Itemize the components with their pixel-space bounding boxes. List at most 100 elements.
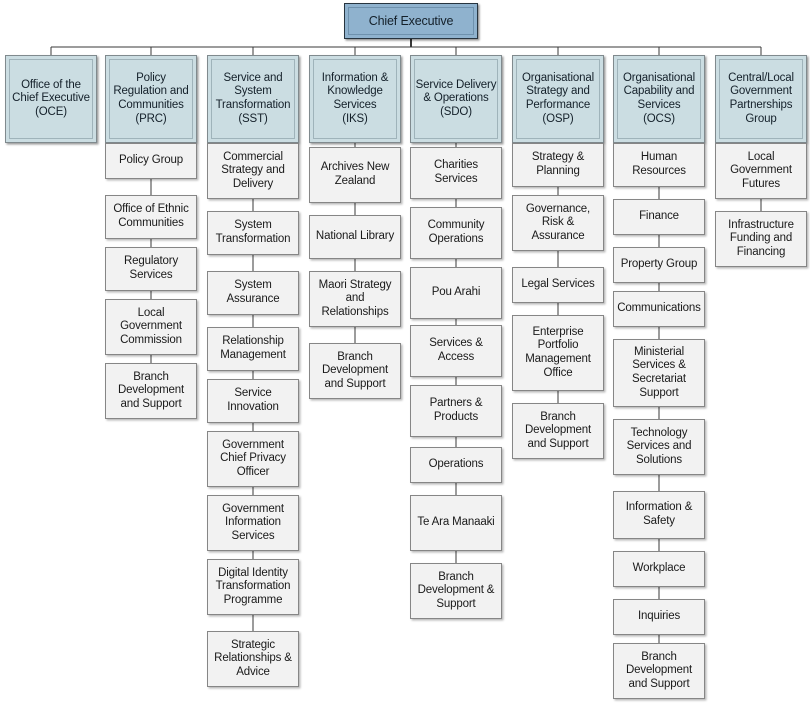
- node-unit[interactable]: Pou Arahi: [410, 267, 502, 319]
- node-unit-label: Te Ara Manaaki: [417, 516, 495, 529]
- node-department-prc[interactable]: Policy Regulation and Communities (PRC): [105, 55, 197, 143]
- node-unit-label: Policy Group: [118, 154, 184, 167]
- node-unit[interactable]: Government Information Services: [207, 495, 299, 551]
- node-unit-label: Local Government Futures: [730, 150, 792, 190]
- node-department-oce-label: Office of the Chief Executive (OCE): [12, 78, 90, 118]
- node-department-sst[interactable]: Service and System Transformation (SST): [207, 55, 299, 143]
- node-unit-label: Branch Development and Support: [321, 350, 389, 390]
- node-unit[interactable]: Te Ara Manaaki: [410, 495, 502, 551]
- node-department-prc-label: Policy Regulation and Communities (PRC): [113, 71, 189, 125]
- node-department-oce[interactable]: Office of the Chief Executive (OCE): [5, 55, 97, 143]
- node-unit-label: Strategic Relationships & Advice: [214, 638, 292, 678]
- node-unit-label: System Assurance: [226, 279, 280, 305]
- node-unit[interactable]: Governance, Risk & Assurance: [512, 195, 604, 251]
- node-unit-label: Infrastructure Funding and Financing: [728, 218, 794, 258]
- node-unit-label: Information & Safety: [625, 501, 693, 527]
- node-unit-label: Ministerial Services & Secretariat Suppo…: [632, 345, 686, 399]
- node-unit-label: Pou Arahi: [431, 286, 481, 299]
- node-unit[interactable]: Infrastructure Funding and Financing: [715, 211, 807, 267]
- node-unit[interactable]: Strategy & Planning: [512, 143, 604, 187]
- node-unit-label: Branch Development and Support: [625, 650, 693, 690]
- node-unit-label: Commercial Strategy and Delivery: [221, 150, 285, 190]
- node-unit-label: Archives New Zealand: [320, 161, 390, 187]
- node-unit-label: Government Chief Privacy Officer: [220, 438, 286, 478]
- node-chief-executive[interactable]: Chief Executive: [344, 3, 478, 39]
- node-unit-label: Charities Services: [433, 159, 479, 185]
- node-unit[interactable]: Commercial Strategy and Delivery: [207, 143, 299, 199]
- node-unit[interactable]: Local Government Futures: [715, 143, 807, 199]
- node-unit[interactable]: Finance: [613, 199, 705, 235]
- node-unit[interactable]: Office of Ethnic Communities: [105, 195, 197, 239]
- node-unit[interactable]: Services & Access: [410, 325, 502, 377]
- node-department-sdo[interactable]: Service Delivery & Operations (SDO): [410, 55, 502, 143]
- node-unit[interactable]: Operations: [410, 447, 502, 483]
- node-department-iks[interactable]: Information & Knowledge Services (IKS): [309, 55, 401, 143]
- node-unit[interactable]: Legal Services: [512, 267, 604, 303]
- node-unit-label: Partners & Products: [429, 397, 483, 423]
- node-unit-label: Property Group: [620, 258, 698, 271]
- node-unit[interactable]: Relationship Management: [207, 327, 299, 371]
- node-unit-label: Branch Development and Support: [524, 410, 592, 450]
- node-unit[interactable]: Branch Development and Support: [309, 343, 401, 399]
- node-unit[interactable]: Branch Development & Support: [410, 563, 502, 619]
- node-unit-label: Communications: [617, 302, 701, 315]
- node-unit-label: Branch Development and Support: [117, 370, 185, 410]
- node-unit[interactable]: Community Operations: [410, 207, 502, 259]
- node-unit-label: Digital Identity Transformation Programm…: [215, 566, 291, 606]
- node-unit-label: Relationship Management: [220, 335, 286, 361]
- node-unit[interactable]: Inquiries: [613, 599, 705, 635]
- node-unit-label: Maori Strategy and Relationships: [318, 278, 392, 318]
- node-unit[interactable]: Enterprise Portfolio Management Office: [512, 315, 604, 391]
- node-unit[interactable]: Regulatory Services: [105, 247, 197, 291]
- node-unit[interactable]: Partners & Products: [410, 385, 502, 437]
- node-unit[interactable]: Government Chief Privacy Officer: [207, 431, 299, 487]
- node-unit[interactable]: Communications: [613, 291, 705, 327]
- node-unit-label: System Transformation: [215, 219, 291, 245]
- node-unit[interactable]: Information & Safety: [613, 491, 705, 539]
- node-unit[interactable]: Digital Identity Transformation Programm…: [207, 559, 299, 615]
- node-department-osp[interactable]: Organisational Strategy and Performance …: [512, 55, 604, 143]
- node-unit[interactable]: Charities Services: [410, 147, 502, 199]
- node-unit-label: Government Information Services: [222, 502, 284, 542]
- node-unit-label: National Library: [315, 230, 395, 243]
- node-unit-label: Technology Services and Solutions: [626, 426, 692, 466]
- node-unit-label: Inquiries: [637, 610, 681, 623]
- node-department-iks-label: Information & Knowledge Services (IKS): [321, 71, 389, 125]
- node-unit-label: Regulatory Services: [123, 255, 179, 281]
- node-department-sst-label: Service and System Transformation (SST): [215, 71, 291, 125]
- org-chart: Chief Executive Office of the Chief Execu…: [0, 0, 810, 708]
- node-unit-label: Human Resources: [632, 151, 686, 177]
- node-department-clgpg-label: Central/Local Government Partnerships Gr…: [728, 71, 794, 125]
- node-department-sdo-label: Service Delivery & Operations (SDO): [415, 78, 497, 118]
- node-unit[interactable]: Strategic Relationships & Advice: [207, 631, 299, 687]
- node-chief-executive-label: Chief Executive: [368, 13, 454, 28]
- node-unit-label: Enterprise Portfolio Management Office: [525, 325, 591, 379]
- node-unit-label: Workplace: [632, 562, 686, 575]
- node-unit-label: Strategy & Planning: [531, 151, 585, 177]
- node-unit[interactable]: System Assurance: [207, 271, 299, 315]
- node-unit[interactable]: Human Resources: [613, 143, 705, 187]
- node-unit[interactable]: Ministerial Services & Secretariat Suppo…: [613, 339, 705, 407]
- node-unit-label: Office of Ethnic Communities: [113, 203, 189, 229]
- node-unit[interactable]: Archives New Zealand: [309, 147, 401, 203]
- node-department-ocs[interactable]: Organisational Capability and Services (…: [613, 55, 705, 143]
- node-unit[interactable]: Maori Strategy and Relationships: [309, 271, 401, 327]
- node-department-ocs-label: Organisational Capability and Services (…: [622, 71, 696, 125]
- node-unit-label: Service Innovation: [227, 387, 279, 413]
- node-unit[interactable]: National Library: [309, 215, 401, 259]
- node-unit[interactable]: Technology Services and Solutions: [613, 419, 705, 475]
- node-unit-label: Services & Access: [429, 337, 483, 363]
- node-unit[interactable]: Property Group: [613, 247, 705, 283]
- node-unit[interactable]: Workplace: [613, 551, 705, 587]
- node-unit-label: Finance: [639, 210, 679, 223]
- node-unit[interactable]: Branch Development and Support: [512, 403, 604, 459]
- node-unit-label: Legal Services: [521, 278, 595, 291]
- node-department-clgpg[interactable]: Central/Local Government Partnerships Gr…: [715, 55, 807, 143]
- node-unit[interactable]: Branch Development and Support: [613, 643, 705, 699]
- node-unit[interactable]: Local Government Commission: [105, 299, 197, 355]
- node-unit[interactable]: System Transformation: [207, 211, 299, 255]
- node-unit[interactable]: Policy Group: [105, 143, 197, 179]
- node-unit-label: Community Operations: [427, 219, 485, 245]
- node-unit[interactable]: Service Innovation: [207, 379, 299, 423]
- node-unit[interactable]: Branch Development and Support: [105, 363, 197, 419]
